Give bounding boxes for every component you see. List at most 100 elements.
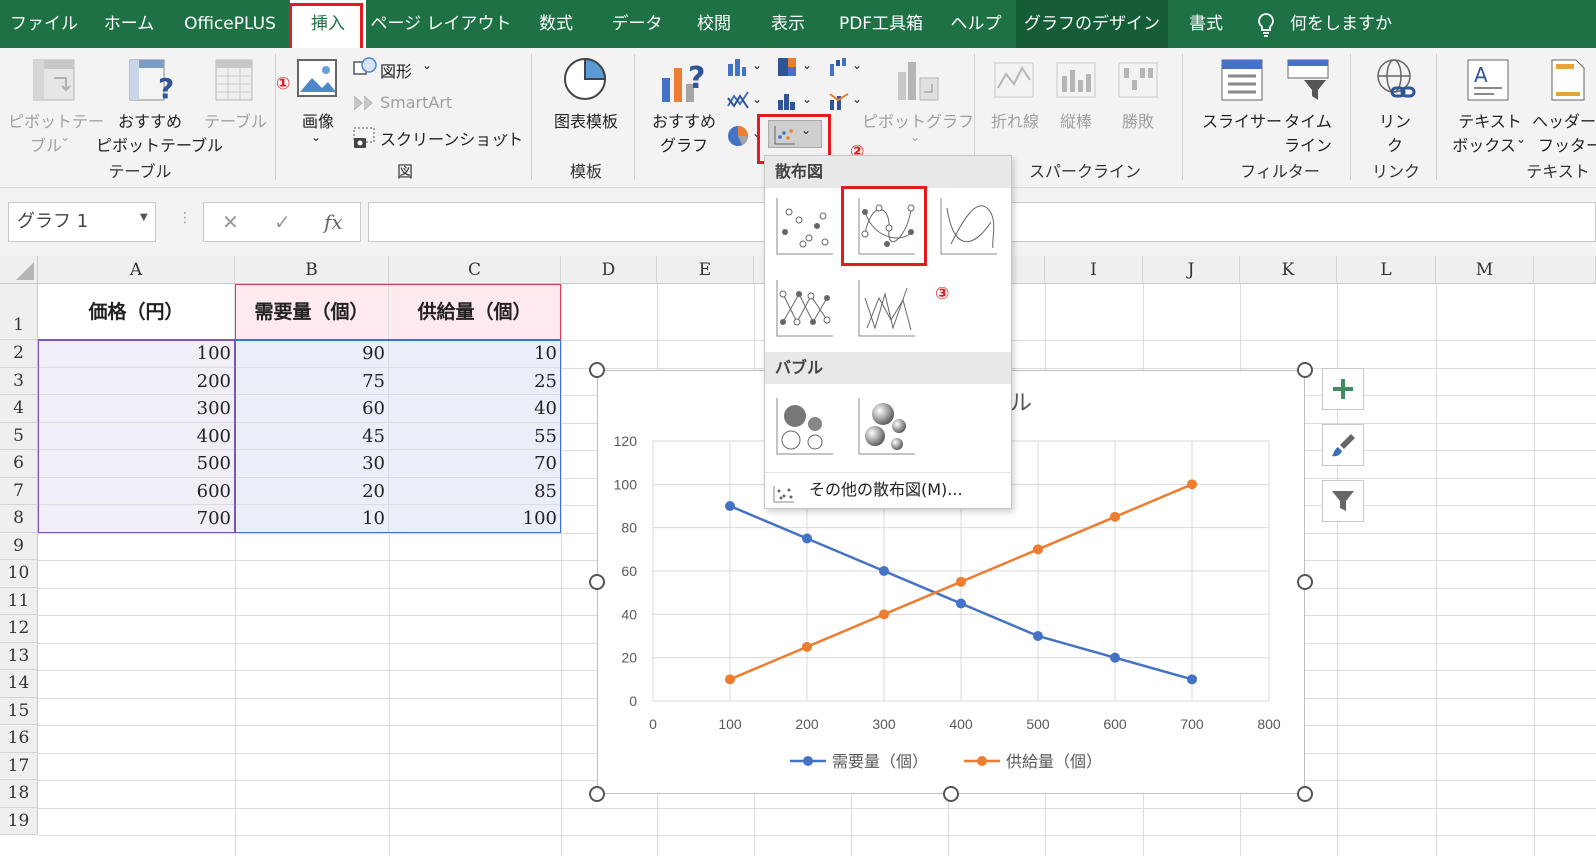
- insert-function-button[interactable]: fx: [324, 210, 343, 234]
- pivot-table-icon[interactable]: [32, 58, 76, 106]
- waterfall-chart-chevron[interactable]: ⌄: [852, 58, 862, 72]
- chart-styles-button[interactable]: [1322, 424, 1364, 466]
- chart-elements-button[interactable]: [1322, 368, 1364, 410]
- image-dropdown-chevron[interactable]: ⌄: [311, 130, 321, 144]
- timeline-icon[interactable]: [1286, 58, 1330, 106]
- combo-chart-icon[interactable]: [828, 90, 850, 116]
- table-cell-demand[interactable]: 60: [235, 395, 389, 423]
- table-cell-price[interactable]: 200: [38, 367, 235, 395]
- hierarchy-chart-chevron[interactable]: ⌄: [802, 58, 812, 72]
- resize-handle[interactable]: [1297, 362, 1313, 378]
- statistic-chart-chevron[interactable]: ⌄: [802, 92, 812, 106]
- textbox-dropdown-chevron[interactable]: ⌄: [1516, 132, 1526, 146]
- table-cell-price[interactable]: 600: [38, 477, 235, 505]
- scatter-straight-lines-markers[interactable]: [773, 276, 837, 340]
- tab-pdf-tools[interactable]: PDF工具箱: [826, 0, 936, 48]
- column-header-i[interactable]: I: [1045, 256, 1143, 284]
- row-header-5[interactable]: 5: [0, 422, 38, 450]
- sparkline-line-icon[interactable]: [994, 62, 1034, 102]
- table-cell-supply[interactable]: 70: [389, 450, 561, 478]
- row-header-11[interactable]: 11: [0, 587, 38, 615]
- header-footer-icon[interactable]: [1550, 58, 1586, 106]
- column-chart-icon[interactable]: [726, 56, 748, 82]
- bubble-chart[interactable]: [773, 394, 837, 458]
- tab-officeplus[interactable]: OfficePLUS: [170, 0, 290, 48]
- tab-home[interactable]: ホーム: [88, 0, 170, 48]
- row-header-17[interactable]: 17: [0, 752, 38, 780]
- tab-file[interactable]: ファイル: [0, 0, 88, 48]
- scatter-straight-lines[interactable]: [855, 276, 919, 340]
- row-header-8[interactable]: 8: [0, 505, 38, 533]
- shapes-button[interactable]: 図形: [380, 58, 412, 82]
- row-header-9[interactable]: 9: [0, 532, 38, 560]
- tab-format[interactable]: 書式: [1168, 0, 1244, 48]
- table-cell-supply[interactable]: 25: [389, 367, 561, 395]
- table-cell-demand[interactable]: 30: [235, 450, 389, 478]
- table-cell-supply[interactable]: 10: [389, 340, 561, 368]
- line-chart-chevron[interactable]: ⌄: [752, 92, 762, 106]
- scatter-smooth-lines[interactable]: [937, 194, 1001, 258]
- row-header-7[interactable]: 7: [0, 477, 38, 505]
- column-header-j[interactable]: J: [1143, 256, 1240, 284]
- scatter-chart-chevron[interactable]: ⌄: [801, 123, 811, 137]
- textbox-icon[interactable]: A: [1466, 58, 1510, 106]
- select-all-corner[interactable]: [0, 256, 38, 284]
- column-header-c[interactable]: C: [389, 256, 561, 284]
- row-header-12[interactable]: 12: [0, 615, 38, 643]
- sparkline-winloss-icon[interactable]: [1118, 62, 1158, 102]
- more-scatter-charts[interactable]: その他の散布図(M)...: [765, 472, 1011, 506]
- smartart-icon[interactable]: [352, 94, 376, 116]
- smartart-button[interactable]: SmartArt: [380, 93, 452, 112]
- enter-button[interactable]: ✓: [274, 210, 291, 234]
- table-cell-price[interactable]: 100: [38, 340, 235, 368]
- resize-handle[interactable]: [589, 574, 605, 590]
- table-cell-supply[interactable]: 85: [389, 477, 561, 505]
- row-header-1[interactable]: 1: [0, 284, 38, 340]
- slicer-icon[interactable]: [1220, 58, 1264, 106]
- line-chart-icon[interactable]: [726, 90, 750, 116]
- shapes-icon[interactable]: [352, 56, 378, 82]
- scatter-smooth-lines-markers[interactable]: [855, 194, 919, 258]
- column-header-a[interactable]: A: [38, 256, 235, 284]
- header-cell-supply[interactable]: 供給量（個）: [389, 284, 561, 340]
- screenshot-icon[interactable]: [352, 126, 378, 154]
- table-cell-demand[interactable]: 75: [235, 367, 389, 395]
- table-cell-supply[interactable]: 55: [389, 422, 561, 450]
- table-cell-demand[interactable]: 10: [235, 505, 389, 533]
- tell-me-box[interactable]: 何をしますか: [1290, 0, 1392, 48]
- column-header-m[interactable]: M: [1436, 256, 1534, 284]
- combo-chart-chevron[interactable]: ⌄: [852, 92, 862, 106]
- table-cell-supply[interactable]: 40: [389, 395, 561, 423]
- row-header-14[interactable]: 14: [0, 670, 38, 698]
- row-header-3[interactable]: 3: [0, 367, 38, 395]
- row-header-10[interactable]: 10: [0, 560, 38, 588]
- bubble-chart-3d[interactable]: [855, 394, 919, 458]
- cancel-button[interactable]: ✕: [222, 210, 239, 234]
- image-icon[interactable]: [296, 58, 338, 102]
- row-header-19[interactable]: 19: [0, 807, 38, 835]
- scatter-chart-button[interactable]: ⌄: [768, 120, 822, 148]
- tab-page-layout[interactable]: ページ レイアウト: [366, 0, 516, 48]
- tab-view[interactable]: 表示: [750, 0, 826, 48]
- column-header-l[interactable]: L: [1337, 256, 1436, 284]
- table-cell-demand[interactable]: 45: [235, 422, 389, 450]
- resize-handle[interactable]: [943, 786, 959, 802]
- name-box-dropdown[interactable]: ▼: [140, 212, 148, 223]
- header-cell-demand[interactable]: 需要量（個）: [235, 284, 389, 340]
- row-header-2[interactable]: 2: [0, 340, 38, 368]
- pie-chart-icon[interactable]: [726, 124, 750, 152]
- column-header-d[interactable]: D: [561, 256, 657, 284]
- resize-handle[interactable]: [1297, 786, 1313, 802]
- recommended-pivot-icon[interactable]: ?: [128, 58, 176, 106]
- table-cell-price[interactable]: 300: [38, 395, 235, 423]
- table-cell-demand[interactable]: 20: [235, 477, 389, 505]
- row-header-16[interactable]: 16: [0, 725, 38, 753]
- column-header-e[interactable]: E: [657, 256, 754, 284]
- table-cell-price[interactable]: 400: [38, 422, 235, 450]
- pie-chart-chevron[interactable]: ⌄: [752, 126, 762, 140]
- row-header-6[interactable]: 6: [0, 450, 38, 478]
- lightbulb-icon[interactable]: [1254, 12, 1278, 42]
- shapes-dropdown-chevron[interactable]: ⌄: [422, 58, 432, 72]
- row-header-18[interactable]: 18: [0, 780, 38, 808]
- statistic-chart-icon[interactable]: [776, 90, 798, 116]
